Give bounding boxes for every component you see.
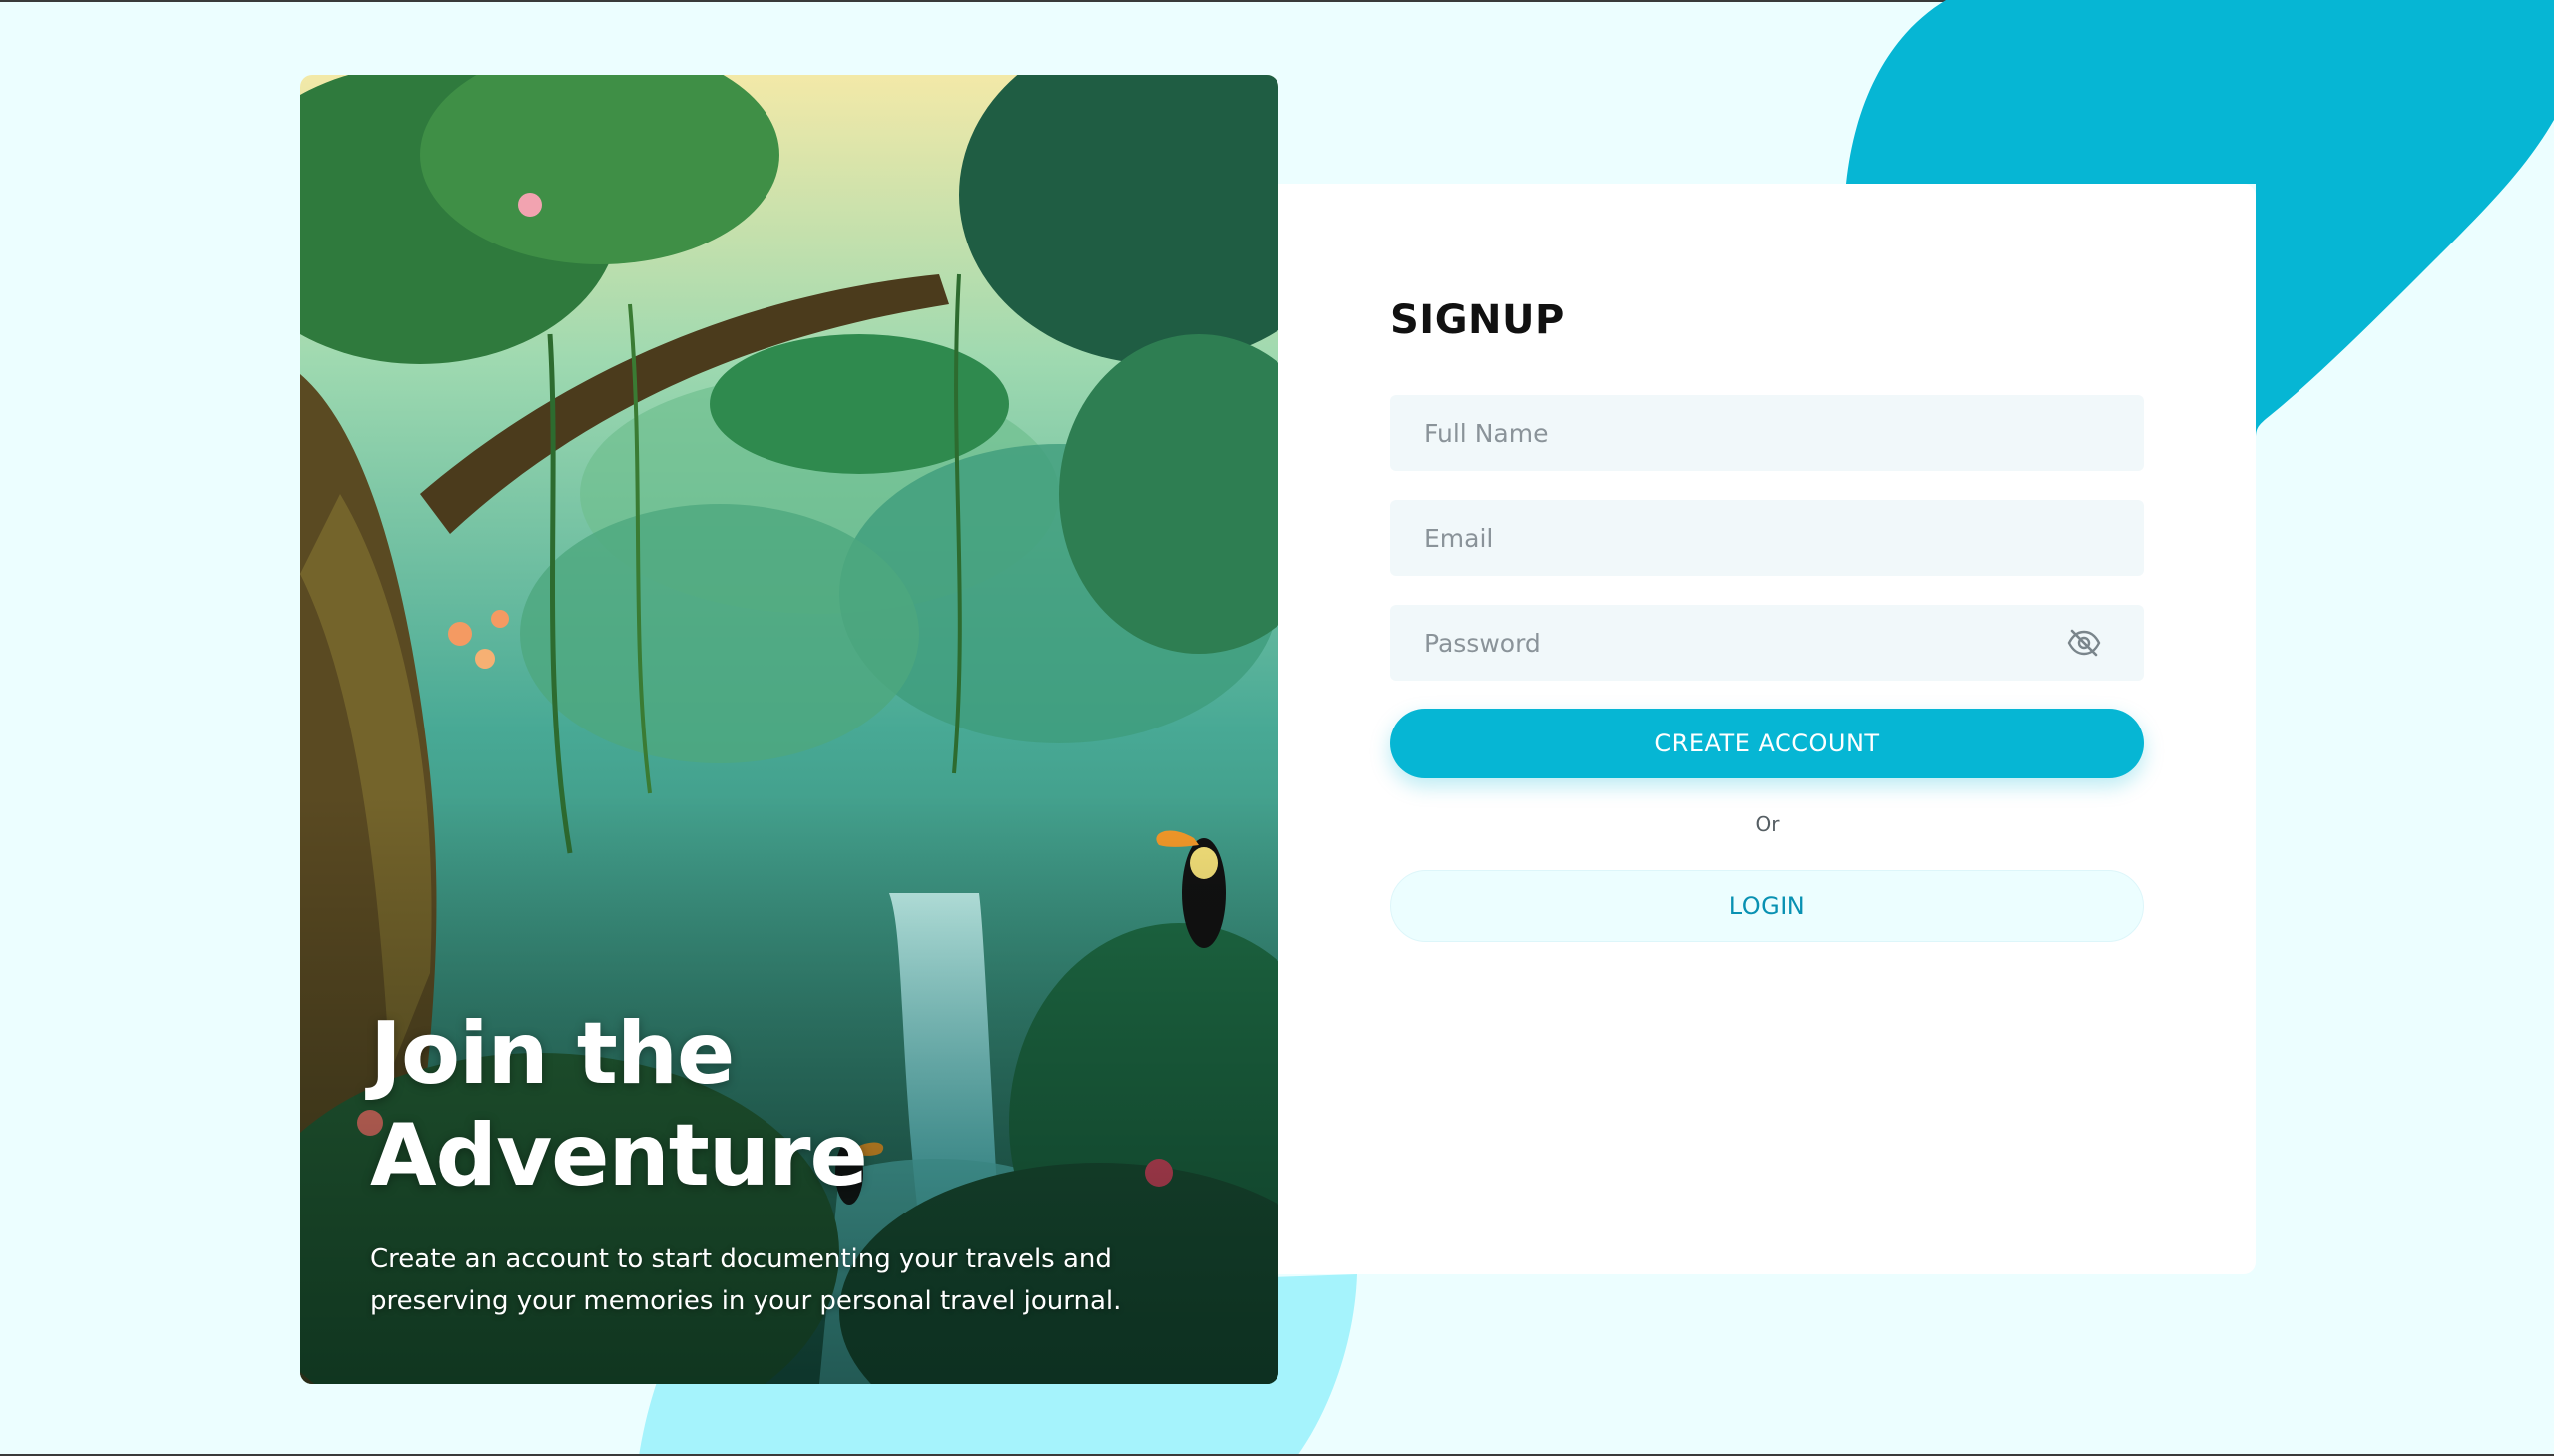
password-input[interactable] [1390,605,2144,681]
top-border [0,0,2554,2]
login-button[interactable]: LOGIN [1390,870,2144,942]
full-name-field [1390,395,2144,471]
hero-text-block: Join the Adventure Create an account to … [370,1003,1189,1322]
email-field [1390,500,2144,576]
or-divider: Or [1755,812,1780,836]
form-title: SIGNUP [1390,297,1565,343]
email-input[interactable] [1390,500,2144,576]
signup-form-card: SIGNUP CREATE ACCOUNT Or LOG [1278,184,2256,1274]
password-field [1390,605,2144,681]
eye-off-icon-svg [2067,629,2101,657]
create-account-button[interactable]: CREATE ACCOUNT [1390,709,2144,778]
signup-page: SIGNUP CREATE ACCOUNT Or LOG [0,0,2554,1456]
hero-title: Join the Adventure [370,1004,868,1206]
signup-form: SIGNUP CREATE ACCOUNT Or LOG [1390,293,2144,942]
hero-subtitle: Create an account to start documenting y… [370,1244,1122,1316]
hero-image-card: Join the Adventure Create an account to … [300,75,1278,1384]
eye-off-icon[interactable] [2066,627,2102,659]
full-name-input[interactable] [1390,395,2144,471]
